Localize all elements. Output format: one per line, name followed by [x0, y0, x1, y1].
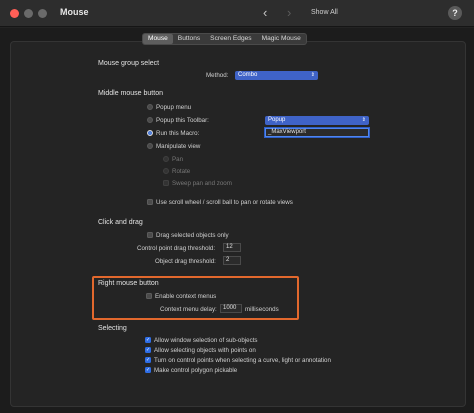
method-value: Combo: [238, 72, 258, 78]
title-bar: Mouse ‹ › Show All ?: [0, 0, 474, 27]
rotate-radio[interactable]: [163, 168, 169, 174]
scroll-wheel-checkbox[interactable]: [147, 199, 153, 205]
popup-toolbar-label: Popup this Toolbar:: [156, 117, 209, 124]
scroll-wheel-label: Use scroll wheel / scroll ball to pan or…: [156, 199, 293, 206]
sweep-pan-zoom-label: Sweep pan and zoom: [172, 180, 232, 187]
minimize-window-button[interactable]: [24, 9, 33, 18]
chevron-updown-icon: ⇕: [361, 117, 366, 123]
manipulate-view-radio[interactable]: [147, 143, 153, 149]
tab-screen-edges[interactable]: Screen Edges: [205, 34, 256, 44]
obj-threshold-input[interactable]: 2: [223, 256, 241, 265]
enable-context-checkbox[interactable]: [146, 293, 152, 299]
window-title: Mouse: [60, 7, 89, 17]
enable-context-label: Enable context menus: [155, 293, 217, 300]
cp-threshold-input[interactable]: 12: [223, 243, 241, 252]
mouse-group-heading: Mouse group select: [98, 60, 160, 67]
sweep-pan-zoom-checkbox[interactable]: [163, 180, 169, 186]
window-selection-label: Allow window selection of sub-objects: [154, 337, 258, 344]
rotate-label: Rotate: [172, 168, 191, 175]
run-macro-radio[interactable]: [147, 130, 153, 136]
pan-label: Pan: [172, 156, 184, 163]
tab-bar: Mouse Buttons Screen Edges Magic Mouse: [142, 33, 307, 45]
context-delay-input[interactable]: 1000: [220, 304, 242, 313]
method-select[interactable]: Combo ⇕: [235, 71, 318, 80]
select-points-on-label: Allow selecting objects with points on: [154, 347, 256, 354]
control-polygon-label: Make control polygon pickable: [154, 367, 238, 374]
chevron-right-icon[interactable]: ›: [287, 5, 291, 20]
tab-buttons[interactable]: Buttons: [173, 34, 205, 44]
right-button-heading: Right mouse button: [98, 280, 159, 287]
context-delay-unit: milliseconds: [245, 306, 279, 313]
method-label: Method:: [206, 72, 229, 79]
preferences-window: Mouse ‹ › Show All ? Mouse Buttons Scree…: [0, 0, 474, 413]
toolbar-select[interactable]: Popup ⇕: [265, 116, 369, 125]
close-window-button[interactable]: [10, 9, 19, 18]
click-drag-heading: Click and drag: [98, 219, 143, 226]
manipulate-view-label: Manipulate view: [156, 143, 201, 150]
select-points-on-checkbox[interactable]: ✓: [145, 347, 151, 353]
show-all-button[interactable]: Show All: [311, 9, 338, 16]
obj-threshold-label: Object drag threshold:: [155, 258, 216, 265]
control-polygon-checkbox[interactable]: ✓: [145, 367, 151, 373]
run-macro-label: Run this Macro:: [156, 130, 200, 137]
popup-menu-radio[interactable]: [147, 104, 153, 110]
middle-button-heading: Middle mouse button: [98, 90, 163, 97]
toolbar-value: Popup: [268, 117, 286, 123]
macro-input[interactable]: _MaxViewport: [265, 128, 369, 137]
context-delay-label: Context menu delay:: [160, 306, 217, 313]
window-selection-checkbox[interactable]: ✓: [145, 337, 151, 343]
cp-threshold-label: Control point drag threshold:: [137, 245, 216, 252]
help-button[interactable]: ?: [448, 6, 462, 20]
content-area: [0, 28, 474, 413]
pan-radio[interactable]: [163, 156, 169, 162]
tab-magic-mouse[interactable]: Magic Mouse: [257, 34, 306, 44]
tab-mouse[interactable]: Mouse: [143, 34, 173, 44]
popup-menu-label: Popup menu: [156, 104, 192, 111]
chevron-left-icon[interactable]: ‹: [263, 5, 267, 20]
control-points-checkbox[interactable]: ✓: [145, 357, 151, 363]
zoom-window-button[interactable]: [38, 9, 47, 18]
drag-selected-label: Drag selected objects only: [156, 232, 229, 239]
drag-selected-checkbox[interactable]: [147, 232, 153, 238]
control-points-label: Turn on control points when selecting a …: [154, 357, 331, 364]
chevron-updown-icon: ⇕: [310, 72, 315, 78]
selecting-heading: Selecting: [98, 325, 127, 332]
popup-toolbar-radio[interactable]: [147, 117, 153, 123]
